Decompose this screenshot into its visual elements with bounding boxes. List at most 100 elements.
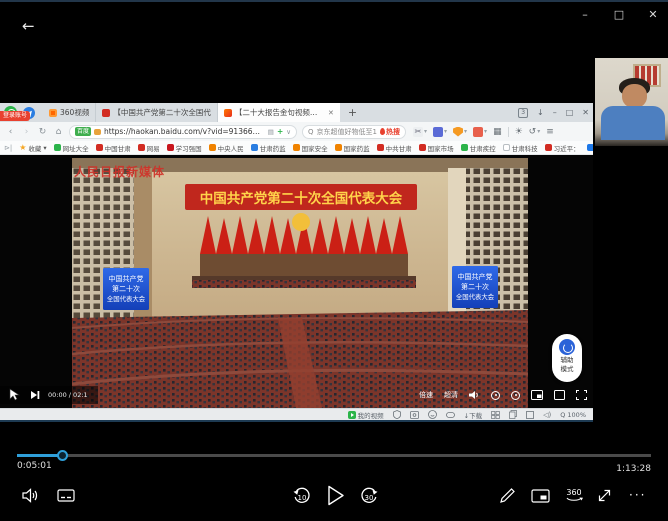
more-options-button[interactable]: ···	[629, 488, 646, 502]
next-video-icon[interactable]	[30, 390, 40, 400]
baidu-site-badge: 百度	[75, 127, 91, 136]
home-icon[interactable]: ⌂	[53, 127, 64, 137]
medal-shield-icon[interactable]	[393, 410, 401, 419]
video-page-area: 中国共产党第二十次全国代表大会 中国共产党 第二十次 全国代表大会 中国共产党 …	[0, 155, 593, 408]
tab-congress-live[interactable]: 【中国共产党第二十次全国代	[96, 103, 218, 122]
tab-close-icon[interactable]: ✕	[328, 109, 334, 117]
bookmark-item[interactable]: 网易	[138, 143, 160, 153]
bookmark-favorites[interactable]: ★收藏▾	[19, 143, 46, 153]
window-mode-icon[interactable]	[526, 411, 534, 419]
day-night-mode-icon[interactable]: ☀	[515, 127, 523, 137]
fullscreen-button[interactable]	[596, 487, 613, 504]
bookmark-item[interactable]: 国家药监	[335, 143, 370, 153]
draw-pen-button[interactable]	[499, 487, 516, 504]
nav-forward-icon[interactable]: ›	[21, 127, 32, 137]
bookmark-item[interactable]: 甘肃疾控	[461, 143, 496, 153]
tab-count-badge[interactable]: 3	[518, 108, 528, 118]
screen-line: 中国共产党	[458, 272, 493, 281]
search-box[interactable]: Q 京东超值好物低至1 热搜	[302, 125, 406, 139]
presenter-webcam-overlay	[595, 58, 668, 146]
game-icon[interactable]	[446, 411, 455, 419]
scissors-icon: ✂	[413, 127, 423, 137]
browser-minimize-button[interactable]: –	[553, 108, 557, 117]
seek-track[interactable]	[17, 454, 651, 457]
browser-maximize-button[interactable]: □	[566, 108, 574, 117]
url-field[interactable]: 百度 https://haokan.baidu.com/v?vid=913666…	[69, 125, 297, 139]
menu-icon[interactable]: ≡	[546, 127, 554, 137]
volume-icon[interactable]	[469, 390, 480, 400]
screenshot-extension-button[interactable]: ✂▾	[413, 127, 427, 137]
bookmark-item[interactable]: 甘肃科技	[503, 143, 538, 153]
download-tray-icon[interactable]: ↓	[537, 108, 544, 117]
browser-close-button[interactable]: ✕	[582, 108, 589, 117]
subtitles-button[interactable]	[57, 489, 75, 503]
security-shield-button[interactable]: ▾	[453, 127, 467, 137]
game-center-button[interactable]: ▾	[473, 127, 487, 137]
emoji-feedback-icon[interactable]	[428, 410, 437, 419]
nav-back-icon[interactable]: ‹	[5, 127, 16, 137]
browser-address-bar: ‹ › ↻ ⌂ 百度 https://haokan.baidu.com/v?vi…	[0, 122, 593, 141]
collect-page-icon[interactable]: +	[277, 127, 283, 136]
maximize-button[interactable]: □	[612, 8, 626, 21]
zoom-level-button[interactable]: Q 100%	[560, 411, 586, 419]
copy-page-icon[interactable]	[509, 410, 517, 419]
bookmark-item[interactable]: 网址大全	[54, 143, 89, 153]
new-tab-button[interactable]: +	[340, 106, 365, 119]
quality-button[interactable]: 超清	[444, 390, 458, 400]
pip-icon[interactable]	[531, 390, 543, 400]
tab-favicon	[49, 109, 57, 117]
forward-30-button[interactable]: 30	[359, 486, 379, 506]
apps-grid-icon[interactable]: ▦	[493, 127, 502, 137]
tab-favicon	[102, 109, 110, 117]
congress-hall-video[interactable]: 中国共产党第二十次全国代表大会 中国共产党 第二十次 全国代表大会 中国共产党 …	[72, 158, 528, 408]
mini-player-button[interactable]	[531, 489, 550, 503]
bookmark-item[interactable]: 甘肃药监	[251, 143, 286, 153]
svg-text:360: 360	[566, 488, 581, 497]
my-videos-button[interactable]: 我的视频	[348, 410, 384, 420]
web-fullscreen-icon[interactable]	[554, 390, 565, 400]
seek-handle[interactable]	[57, 450, 68, 461]
svg-text:10: 10	[298, 494, 307, 502]
fullscreen-icon[interactable]	[576, 390, 587, 400]
recording-bottom-edge	[0, 420, 593, 422]
hot-search-badge[interactable]: 热搜	[380, 127, 400, 137]
page-sound-icon[interactable]: ◁)	[543, 411, 551, 419]
recently-closed-button[interactable]: ↺▾	[529, 127, 541, 137]
play-button[interactable]	[327, 485, 345, 506]
login-account-badge[interactable]: 登录账号	[0, 111, 30, 121]
bookmark-item[interactable]: 国家市场	[419, 143, 454, 153]
boxes-icon[interactable]	[491, 411, 500, 419]
svg-text:30: 30	[365, 494, 374, 502]
assist-mode-button[interactable]: 辅助 模式	[552, 334, 582, 382]
bookmarks-bar: ⊳| ★收藏▾ 网址大全 中国甘肃 网易 学习强国 中央人民 甘肃药监 国家安全…	[0, 141, 593, 155]
bookmark-item[interactable]: 中央人民	[209, 143, 244, 153]
rewind-10-button[interactable]: 10	[292, 486, 312, 506]
sidebar-toggle-icon[interactable]: ⊳|	[4, 144, 12, 152]
reader-mode-icon[interactable]: ▤	[268, 128, 274, 136]
bookmark-item[interactable]: 中共甘肃	[377, 143, 412, 153]
bookmark-item[interactable]: 学习强国	[167, 143, 202, 153]
tab-360-video[interactable]: 360视频	[43, 103, 96, 122]
back-button[interactable]: ←	[22, 17, 35, 35]
url-dropdown-icon[interactable]: ∨	[286, 128, 291, 136]
screen-line: 全国代表大会	[456, 292, 495, 301]
translate-extension-button[interactable]: ▾	[433, 127, 447, 137]
play-button-with-cursor-icon[interactable]	[8, 388, 22, 402]
record-icon[interactable]	[511, 391, 520, 400]
bookmark-item[interactable]: 习近平：	[545, 143, 580, 153]
360-view-button[interactable]: 360	[564, 487, 584, 504]
mirror-cast-icon[interactable]	[491, 391, 500, 400]
tab-report-video-active[interactable]: 【二十大报告金句视频版… ✕	[218, 103, 340, 122]
reload-icon[interactable]: ↻	[37, 127, 48, 137]
bookmark-item[interactable]: 中国甘肃	[96, 143, 131, 153]
minimize-button[interactable]: –	[578, 8, 592, 21]
bookmark-icon	[96, 144, 103, 151]
seek-bar[interactable]	[17, 452, 651, 458]
playback-speed-button[interactable]: 倍速	[419, 390, 433, 400]
bookmark-item[interactable]: 高德地图	[587, 143, 593, 153]
bookmark-item[interactable]: 国家安全	[293, 143, 328, 153]
close-button[interactable]: ✕	[646, 8, 660, 21]
download-status-button[interactable]: ↓下载	[464, 410, 482, 420]
volume-button[interactable]	[22, 488, 39, 503]
screenshot-icon[interactable]	[410, 411, 419, 419]
